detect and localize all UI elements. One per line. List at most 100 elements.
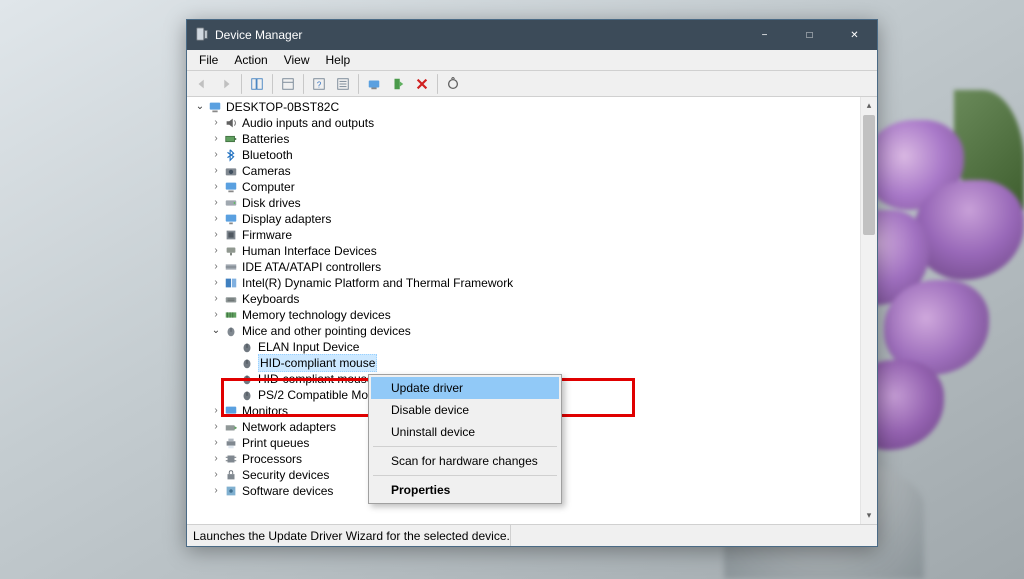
tree-node-label: Cameras: [242, 163, 291, 179]
mouse-icon: [239, 355, 255, 371]
toolbar-separator: [241, 74, 242, 94]
context-menu-item[interactable]: Scan for hardware changes: [371, 450, 559, 472]
expand-arrow-icon[interactable]: ›: [209, 131, 223, 147]
update-driver-button[interactable]: [363, 73, 385, 95]
tree-node-label: Memory technology devices: [242, 307, 391, 323]
tree-node-label: Display adapters: [242, 211, 331, 227]
tree-category-node[interactable]: › Memory technology devices: [193, 307, 877, 323]
expand-arrow-icon[interactable]: ⌄: [209, 323, 223, 339]
tree-node-label: Bluetooth: [242, 147, 293, 163]
tree-category-node[interactable]: ›Audio inputs and outputs: [193, 115, 877, 131]
expand-arrow-icon[interactable]: ›: [209, 115, 223, 131]
category-icon: [223, 275, 239, 291]
expand-arrow-icon[interactable]: ›: [209, 227, 223, 243]
minimize-button[interactable]: −: [742, 20, 787, 50]
context-menu-item[interactable]: Uninstall device: [371, 421, 559, 443]
tree-node-label: Print queues: [242, 435, 309, 451]
scroll-up-arrow[interactable]: ▴: [861, 97, 877, 114]
category-icon: [223, 451, 239, 467]
tree-category-node[interactable]: › Bluetooth: [193, 147, 877, 163]
toolbar-separator: [272, 74, 273, 94]
back-button: [191, 73, 213, 95]
tree-category-node[interactable]: › Firmware: [193, 227, 877, 243]
expand-arrow-icon[interactable]: ›: [209, 307, 223, 323]
context-menu-separator: [373, 446, 557, 447]
context-menu-item[interactable]: Disable device: [371, 399, 559, 421]
menu-file[interactable]: File: [191, 51, 226, 69]
expand-arrow-icon[interactable]: ›: [209, 259, 223, 275]
svg-text:?: ?: [317, 80, 322, 89]
tree-category-node[interactable]: › Cameras: [193, 163, 877, 179]
menu-help[interactable]: Help: [318, 51, 359, 69]
category-icon: [223, 227, 239, 243]
scrollbar-thumb[interactable]: [863, 115, 875, 235]
tree-category-node[interactable]: › Disk drives: [193, 195, 877, 211]
enable-device-button[interactable]: [387, 73, 409, 95]
expand-arrow-icon[interactable]: ›: [209, 147, 223, 163]
tree-category-node[interactable]: › Display adapters: [193, 211, 877, 227]
action-button[interactable]: [332, 73, 354, 95]
expand-arrow-icon[interactable]: ›: [209, 403, 223, 419]
show-hide-tree-button[interactable]: [246, 73, 268, 95]
tree-node-label: Security devices: [242, 467, 329, 483]
context-menu-item[interactable]: Properties: [371, 479, 559, 501]
category-icon: [223, 179, 239, 195]
tree-root-node[interactable]: ⌄ DESKTOP-0BST82C: [193, 99, 877, 115]
category-icon: [223, 323, 239, 339]
category-icon: [223, 259, 239, 275]
expand-arrow-icon[interactable]: ›: [209, 275, 223, 291]
tree-category-node[interactable]: › Human Interface Devices: [193, 243, 877, 259]
titlebar[interactable]: Device Manager − □ ✕: [187, 20, 877, 50]
app-icon: [195, 27, 209, 44]
tree-node-label: Disk drives: [242, 195, 301, 211]
tree-node-label: Firmware: [242, 227, 292, 243]
help-button[interactable]: ?: [308, 73, 330, 95]
context-menu: Update driverDisable deviceUninstall dev…: [368, 374, 562, 504]
category-icon: [223, 291, 239, 307]
tree-node-label: Batteries: [242, 131, 289, 147]
expand-arrow-icon[interactable]: ›: [209, 195, 223, 211]
uninstall-button[interactable]: [411, 73, 433, 95]
forward-button: [215, 73, 237, 95]
menubar: File Action View Help: [187, 50, 877, 71]
tree-category-node[interactable]: ›Computer: [193, 179, 877, 195]
expand-arrow-icon[interactable]: ›: [209, 435, 223, 451]
category-icon: [223, 211, 239, 227]
tree-node-label: ELAN Input Device: [258, 339, 359, 355]
expand-arrow-icon[interactable]: ›: [209, 243, 223, 259]
maximize-button[interactable]: □: [787, 20, 832, 50]
expand-arrow-icon[interactable]: ›: [209, 291, 223, 307]
menu-view[interactable]: View: [276, 51, 318, 69]
category-icon: [223, 419, 239, 435]
expand-arrow-icon[interactable]: ›: [209, 483, 223, 499]
tree-node-label: Human Interface Devices: [242, 243, 377, 259]
tree-device-node[interactable]: ELAN Input Device: [193, 339, 877, 355]
expand-arrow-icon[interactable]: ›: [209, 179, 223, 195]
menu-action[interactable]: Action: [226, 51, 275, 69]
scan-hardware-button[interactable]: [442, 73, 464, 95]
expand-arrow-icon[interactable]: ›: [209, 163, 223, 179]
tree-category-node[interactable]: › Batteries: [193, 131, 877, 147]
expand-arrow-icon[interactable]: ›: [209, 467, 223, 483]
tree-device-node[interactable]: HID-compliant mouse: [193, 355, 877, 371]
close-button[interactable]: ✕: [832, 20, 877, 50]
tree-category-node[interactable]: ⌄Mice and other pointing devices: [193, 323, 877, 339]
tree-category-node[interactable]: ›Keyboards: [193, 291, 877, 307]
category-icon: [223, 131, 239, 147]
mouse-icon: [239, 387, 255, 403]
toolbar-separator: [358, 74, 359, 94]
tree-category-node[interactable]: ›IDE ATA/ATAPI controllers: [193, 259, 877, 275]
tree-category-node[interactable]: ›Intel(R) Dynamic Platform and Thermal F…: [193, 275, 877, 291]
expand-arrow-icon[interactable]: ⌄: [193, 99, 207, 115]
vertical-scrollbar[interactable]: ▴ ▾: [860, 97, 877, 524]
expand-arrow-icon[interactable]: ›: [209, 451, 223, 467]
context-menu-item[interactable]: Update driver: [371, 377, 559, 399]
scroll-down-arrow[interactable]: ▾: [861, 507, 877, 524]
expand-arrow-icon[interactable]: ›: [209, 211, 223, 227]
properties-button[interactable]: [277, 73, 299, 95]
category-icon: [223, 195, 239, 211]
tree-node-label: DESKTOP-0BST82C: [226, 99, 339, 115]
tree-node-label: Monitors: [242, 403, 288, 419]
expand-arrow-icon[interactable]: ›: [209, 419, 223, 435]
statusbar-right-pane: [510, 525, 710, 546]
